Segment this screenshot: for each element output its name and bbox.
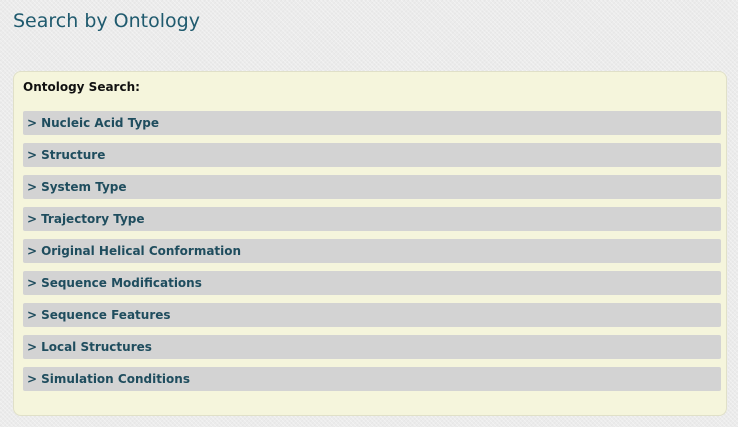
panel-heading: Ontology Search: [23, 80, 140, 94]
category-original-helical-conformation[interactable]: > Original Helical Conformation [23, 239, 721, 263]
expand-arrow-icon: > [27, 212, 38, 226]
expand-arrow-icon: > [27, 148, 38, 162]
category-structure[interactable]: > Structure [23, 143, 721, 167]
expand-arrow-icon: > [27, 244, 38, 258]
page-title: Search by Ontology [13, 10, 200, 32]
category-label: System Type [41, 180, 127, 194]
category-local-structures[interactable]: > Local Structures [23, 335, 721, 359]
category-list: > Nucleic Acid Type > Structure > System… [23, 111, 721, 399]
category-simulation-conditions[interactable]: > Simulation Conditions [23, 367, 721, 391]
category-label: Original Helical Conformation [41, 244, 242, 258]
category-system-type[interactable]: > System Type [23, 175, 721, 199]
expand-arrow-icon: > [27, 116, 38, 130]
category-label: Trajectory Type [41, 212, 145, 226]
category-label: Simulation Conditions [41, 372, 190, 386]
category-nucleic-acid-type[interactable]: > Nucleic Acid Type [23, 111, 721, 135]
expand-arrow-icon: > [27, 340, 38, 354]
category-sequence-features[interactable]: > Sequence Features [23, 303, 721, 327]
category-label: Sequence Modifications [41, 276, 202, 290]
expand-arrow-icon: > [27, 180, 38, 194]
category-label: Local Structures [41, 340, 152, 354]
category-trajectory-type[interactable]: > Trajectory Type [23, 207, 721, 231]
expand-arrow-icon: > [27, 372, 38, 386]
ontology-search-panel: Ontology Search: > Nucleic Acid Type > S… [13, 71, 727, 416]
category-label: Nucleic Acid Type [41, 116, 160, 130]
category-label: Sequence Features [41, 308, 171, 322]
expand-arrow-icon: > [27, 308, 38, 322]
category-label: Structure [41, 148, 106, 162]
category-sequence-modifications[interactable]: > Sequence Modifications [23, 271, 721, 295]
expand-arrow-icon: > [27, 276, 38, 290]
